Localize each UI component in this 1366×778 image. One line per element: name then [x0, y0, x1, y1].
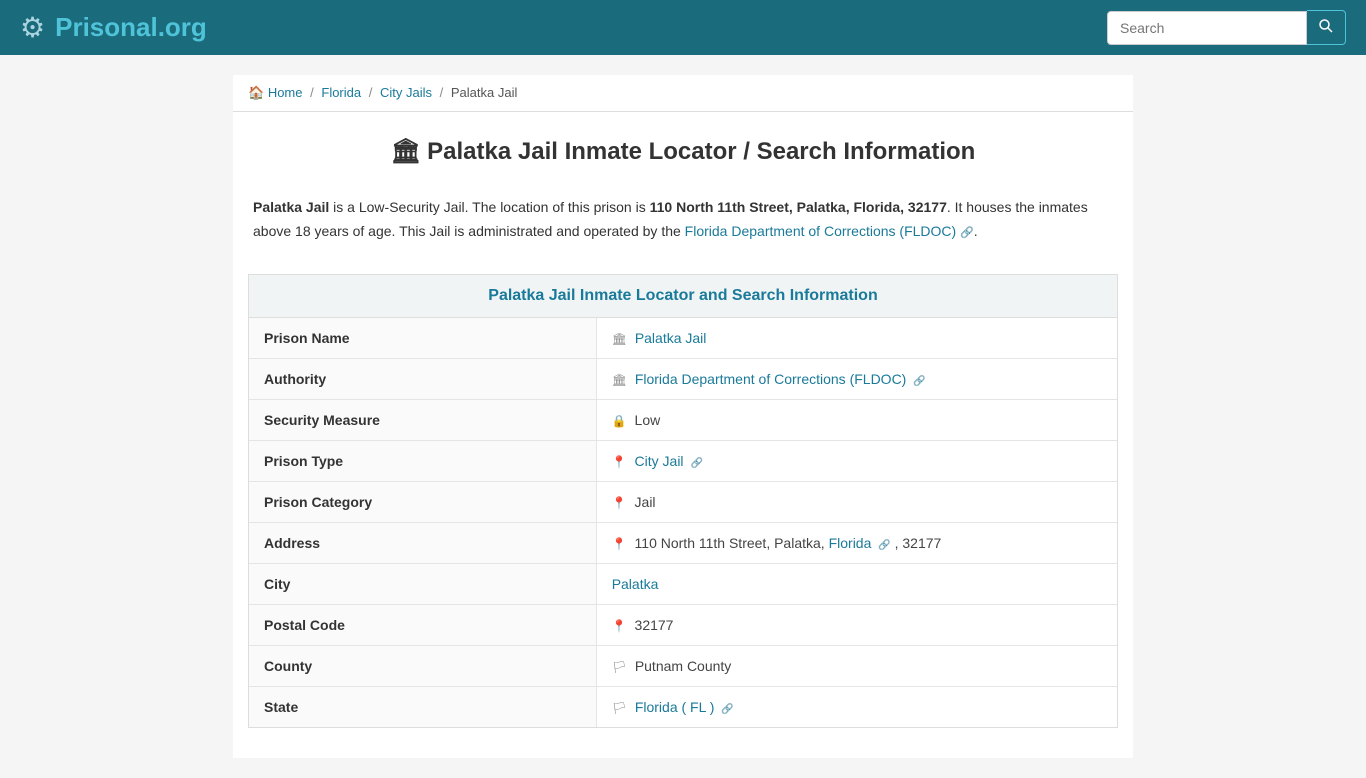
breadcrumb: 🏠 Home / Florida / City Jails / Palatka …: [233, 75, 1133, 112]
table-cell-value: 🔒 Low: [596, 399, 1117, 440]
description: Palatka Jail is a Low-Security Jail. The…: [233, 181, 1133, 264]
logo-ext: .org: [158, 12, 207, 42]
table-cell-value: 📍 110 North 11th Street, Palatka, Florid…: [596, 522, 1117, 563]
table-cell-label: Security Measure: [249, 399, 596, 440]
table-cell-label: Prison Name: [249, 318, 596, 359]
breadcrumb-state[interactable]: Florida: [321, 85, 361, 100]
description-address: 110 North 11th Street, Palatka, Florida,…: [650, 199, 947, 215]
prison-type-icon: 📍: [612, 455, 627, 469]
logo-area: ⚙ Prisonal.org: [20, 11, 207, 44]
address-chain-icon: 🔗: [878, 540, 890, 551]
table-row: County 🏳 Putnam County: [249, 645, 1117, 686]
table-row: Authority 🏛 Florida Department of Correc…: [249, 358, 1117, 399]
prison-category-value: Jail: [635, 494, 656, 510]
table-cell-value: 🏛 Palatka Jail: [596, 318, 1117, 359]
page-title: 🏛Palatka Jail Inmate Locator / Search In…: [248, 137, 1118, 166]
county-value: Putnam County: [635, 658, 732, 674]
county-icon: 🏳: [612, 660, 627, 674]
address-text: 110 North 11th Street, Palatka,: [635, 535, 829, 551]
breadcrumb-sep2: /: [369, 85, 373, 100]
search-area: [1107, 10, 1346, 45]
table-cell-label: Prison Type: [249, 440, 596, 481]
info-table: Prison Name 🏛 Palatka Jail Authority 🏛 F…: [249, 318, 1117, 727]
table-row: Prison Type 📍 City Jail 🔗: [249, 440, 1117, 481]
search-button[interactable]: [1307, 10, 1346, 45]
table-row: Prison Category 📍 Jail: [249, 481, 1117, 522]
main-content: 🏠 Home / Florida / City Jails / Palatka …: [233, 75, 1133, 758]
table-row: Address 📍 110 North 11th Street, Palatka…: [249, 522, 1117, 563]
description-text1: is a Low-Security Jail. The location of …: [329, 199, 649, 215]
table-cell-value: 🏳 Florida ( FL ) 🔗: [596, 686, 1117, 727]
info-table-section: Palatka Jail Inmate Locator and Search I…: [248, 274, 1118, 728]
description-text3: .: [974, 223, 978, 239]
city-link[interactable]: Palatka: [612, 576, 659, 592]
description-jail-name: Palatka Jail: [253, 199, 329, 215]
table-cell-value: Palatka: [596, 563, 1117, 604]
prison-type-link[interactable]: City Jail: [635, 453, 684, 469]
table-row: Postal Code 📍 32177: [249, 604, 1117, 645]
state-icon: 🏳: [612, 701, 627, 715]
table-cell-value: 🏳 Putnam County: [596, 645, 1117, 686]
page-title-text: Palatka Jail Inmate Locator / Search Inf…: [427, 138, 975, 165]
chain-icon: 🔗: [690, 458, 702, 469]
authority-icon: 🏛: [612, 373, 627, 387]
table-row: Security Measure 🔒 Low: [249, 399, 1117, 440]
description-fldoc-link[interactable]: Florida Department of Corrections (FLDOC…: [685, 223, 957, 239]
address-icon: 📍: [612, 537, 627, 551]
table-cell-value: 📍 Jail: [596, 481, 1117, 522]
logo-icon: ⚙: [20, 11, 45, 44]
state-link[interactable]: Florida ( FL ): [635, 699, 715, 715]
prison-category-icon: 📍: [612, 496, 627, 510]
search-icon: [1319, 19, 1333, 33]
ext-icon-desc: 🔗: [960, 227, 974, 239]
table-cell-label: City: [249, 563, 596, 604]
search-input[interactable]: [1107, 11, 1307, 45]
logo-main: Prisonal: [55, 12, 158, 42]
authority-link[interactable]: Florida Department of Corrections (FLDOC…: [635, 371, 907, 387]
state-chain-icon: 🔗: [721, 704, 733, 715]
breadcrumb-current: Palatka Jail: [451, 85, 517, 100]
page-title-section: 🏛Palatka Jail Inmate Locator / Search In…: [233, 112, 1133, 181]
home-icon: 🏠: [248, 85, 264, 100]
table-row: State 🏳 Florida ( FL ) 🔗: [249, 686, 1117, 727]
table-cell-label: Postal Code: [249, 604, 596, 645]
breadcrumb-home[interactable]: Home: [268, 85, 303, 100]
info-table-header: Palatka Jail Inmate Locator and Search I…: [249, 275, 1117, 318]
ext-icon: 🔗: [913, 376, 925, 387]
table-cell-value: 📍 32177: [596, 604, 1117, 645]
table-row: City Palatka: [249, 563, 1117, 604]
table-cell-label: County: [249, 645, 596, 686]
postal-icon: 📍: [612, 619, 627, 633]
table-row: Prison Name 🏛 Palatka Jail: [249, 318, 1117, 359]
address-zip: , 32177: [895, 535, 942, 551]
table-cell-label: Address: [249, 522, 596, 563]
table-cell-value: 🏛 Florida Department of Corrections (FLD…: [596, 358, 1117, 399]
breadcrumb-category[interactable]: City Jails: [380, 85, 432, 100]
prison-name-link[interactable]: Palatka Jail: [635, 330, 707, 346]
prison-name-icon: 🏛: [612, 332, 627, 346]
table-cell-label: State: [249, 686, 596, 727]
table-cell-value: 📍 City Jail 🔗: [596, 440, 1117, 481]
postal-value: 32177: [635, 617, 674, 633]
breadcrumb-sep1: /: [310, 85, 314, 100]
address-state-link[interactable]: Florida: [829, 535, 872, 551]
table-cell-label: Prison Category: [249, 481, 596, 522]
header: ⚙ Prisonal.org: [0, 0, 1366, 55]
breadcrumb-sep3: /: [440, 85, 444, 100]
logo-text: Prisonal.org: [55, 12, 207, 43]
table-cell-label: Authority: [249, 358, 596, 399]
title-icon: 🏛: [391, 138, 421, 165]
security-value: Low: [635, 412, 661, 428]
security-icon: 🔒: [612, 414, 627, 428]
